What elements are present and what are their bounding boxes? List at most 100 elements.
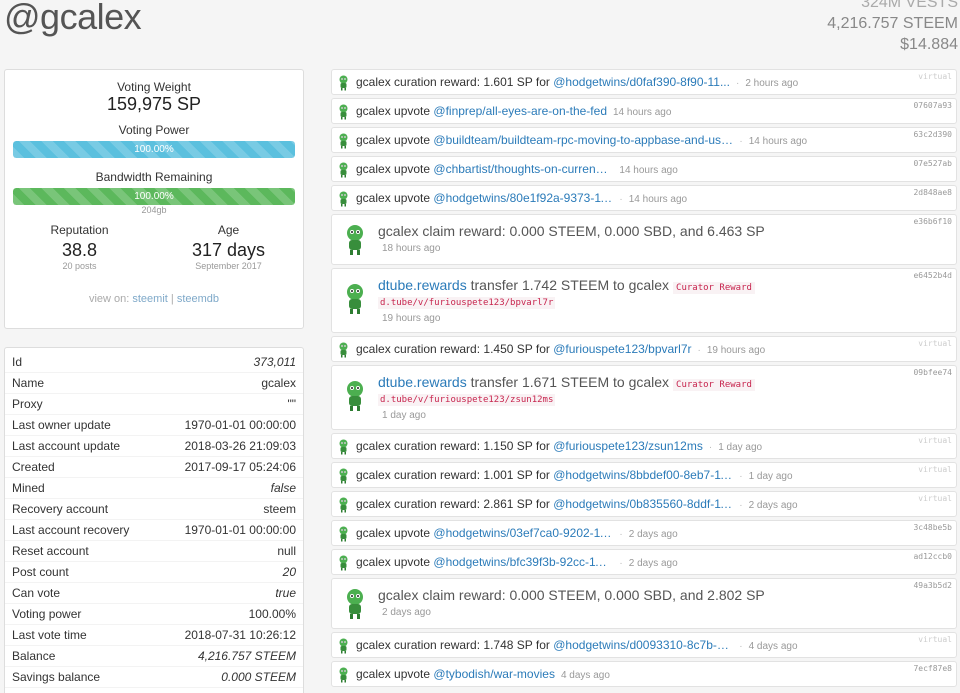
property-row: Can vote true <box>5 583 303 604</box>
feed-item-link[interactable]: @hodgetwins/d0093310-8c7b-11... <box>553 633 733 657</box>
property-key: Savings balance <box>12 670 101 684</box>
feed-item-link[interactable]: @hodgetwins/8bbdef00-8eb7-11... <box>553 463 733 487</box>
feed-item-link[interactable]: @hodgetwins/0b835560-8ddf-11... <box>553 492 733 516</box>
feed-item-link[interactable]: @hodgetwins/d0faf390-8f90-11... <box>553 70 730 94</box>
feed-item-text: gcalex upvote <box>356 133 434 147</box>
feed-item-time: 14 hours ago <box>748 136 808 147</box>
property-key: Can vote <box>12 586 61 600</box>
bandwidth-label: Bandwidth Remaining <box>95 170 213 184</box>
feed-item: gcalex curation reward: 1.748 SP for @ho… <box>331 632 957 658</box>
voting-weight-label: Voting Weight <box>117 80 191 94</box>
transaction-hash[interactable]: 09bfee74 <box>913 368 952 378</box>
steemit-link[interactable]: steemit <box>132 293 167 305</box>
transaction-hash[interactable]: 3c48be5b <box>913 523 952 533</box>
age-value: 317 days <box>191 240 266 260</box>
transaction-hash[interactable]: ad12ccb0 <box>913 552 952 562</box>
property-value: 0.000 STEEM <box>221 670 296 684</box>
feed-item: gcalex upvote @hodgetwins/03ef7ca0-9202-… <box>331 520 957 546</box>
separator-dot: · <box>697 345 701 356</box>
bandwidth-bar: 100.00% <box>13 188 295 205</box>
voting-power-bar: 100.00% <box>13 141 295 158</box>
feed-item-time: 14 hours ago <box>613 107 672 118</box>
property-value: 20 <box>282 565 296 579</box>
property-key: Voting power <box>12 607 82 621</box>
feed-item-link[interactable]: @furiouspete123/zsun12ms <box>553 434 703 458</box>
steem-avatar-icon <box>347 589 363 619</box>
feed-item-link[interactable]: @hodgetwins/80e1f92a-9373-11e8-8c65-0242… <box>433 186 613 210</box>
transaction-hash[interactable]: e6452b4d <box>913 271 952 281</box>
transaction-hash[interactable]: 07607a93 <box>913 101 952 111</box>
age-label: Age <box>217 223 240 237</box>
property-row: Recovery account steem <box>5 499 303 520</box>
feed-item-link[interactable]: @furiouspete123/bpvarl7r <box>553 337 691 361</box>
steemdb-link[interactable]: steemdb <box>177 293 219 305</box>
transaction-hash[interactable]: virtual <box>918 72 952 82</box>
feed-item-claim: gcalex claim reward: 0.000 STEEM, 0.000 … <box>331 214 957 265</box>
property-value: gcalex <box>261 376 296 390</box>
separator-dot: · <box>619 529 623 540</box>
feed-item-link[interactable]: @hodgetwins/03ef7ca0-9202-11e8-93e0-0242… <box>433 521 613 545</box>
feed-item-time: 4 days ago <box>748 641 798 652</box>
transaction-hash[interactable]: 2d848ae8 <box>913 188 952 198</box>
steem-avatar-icon <box>339 638 348 654</box>
reputation-value: 38.8 <box>61 240 98 260</box>
transaction-hash[interactable]: 49a3b5d2 <box>913 581 952 591</box>
property-key: Reset account <box>12 544 89 558</box>
property-key: Mined <box>12 481 45 495</box>
transaction-hash[interactable]: virtual <box>918 436 952 446</box>
transfer-from-link[interactable]: dtube.rewards <box>378 374 467 390</box>
feed-item-text: gcalex curation reward: 1.748 SP for <box>356 638 554 652</box>
property-value: 4,216.757 STEEM <box>197 649 296 663</box>
claim-reward-text: gcalex claim reward: 0.000 STEEM, 0.000 … <box>378 587 765 603</box>
voting-power-label: Voting Power <box>118 123 190 137</box>
property-value: null <box>277 544 296 558</box>
feed-item-text: gcalex curation reward: 1.001 SP for <box>356 468 554 482</box>
property-value: 2017-09-17 05:24:06 <box>184 460 296 474</box>
feed-item-time: 19 hours ago <box>382 313 441 324</box>
feed-item: gcalex curation reward: 2.861 SP for @ho… <box>331 491 957 517</box>
transfer-from-link[interactable]: dtube.rewards <box>378 277 467 293</box>
feed-item-text: gcalex upvote <box>356 526 434 540</box>
property-key: Last account update <box>12 439 121 453</box>
property-row: Name gcalex <box>5 373 303 394</box>
transaction-hash[interactable]: virtual <box>918 635 952 645</box>
steem-avatar-icon <box>339 75 348 91</box>
transaction-hash[interactable]: 07e527ab <box>913 159 952 169</box>
property-key: Last account recovery <box>12 523 130 537</box>
transaction-hash[interactable]: e36b6f10 <box>913 217 952 227</box>
reputation-age-row: Reputation 38.8 20 posts Age 317 days Se… <box>5 223 303 271</box>
feed-item: gcalex upvote @hodgetwins/bfc39f3b-92cc-… <box>331 549 957 575</box>
feed-item-link[interactable]: @tybodish/war-movies <box>433 662 555 686</box>
feed-item-time: 1 day ago <box>718 442 763 453</box>
feed-item-time: 1 day ago <box>748 471 793 482</box>
property-value: 100.00% <box>248 607 296 621</box>
feed-item: gcalex curation reward: 1.150 SP for @fu… <box>331 433 957 459</box>
feed-item-text: gcalex curation reward: 1.150 SP for <box>356 439 554 453</box>
property-value: 2018-07-31 10:26:12 <box>184 628 296 642</box>
account-balance-summary: 324M VESTS 4,216.757 STEEM $14.884 <box>827 0 958 55</box>
feed-item-text: gcalex upvote <box>356 191 434 205</box>
transaction-hash[interactable]: virtual <box>918 465 952 475</box>
feed-item-link[interactable]: @chbartist/thoughts-on-currencies-and-va… <box>433 157 613 181</box>
feed-item-time: 14 hours ago <box>628 194 688 205</box>
property-value: false <box>270 481 296 495</box>
transaction-hash[interactable]: 63c2d390 <box>913 130 952 140</box>
transaction-hash[interactable]: 7ecf87e8 <box>913 664 952 674</box>
feed-item: gcalex upvote @hodgetwins/80e1f92a-9373-… <box>331 185 957 211</box>
property-row: Id 373,011 <box>5 352 303 373</box>
transaction-hash[interactable]: virtual <box>918 494 952 504</box>
feed-item-link[interactable]: @hodgetwins/bfc39f3b-92cc-11e8-83eb-0242… <box>433 550 613 574</box>
feed-item-link[interactable]: @finprep/all-eyes-are-on-the-fed <box>433 99 607 123</box>
separator-dot: · <box>739 500 743 511</box>
property-row: Mined false <box>5 478 303 499</box>
feed-item-text: gcalex upvote <box>356 555 434 569</box>
feed-item-link[interactable]: @buildteam/buildteam-rpc-moving-to-appba… <box>433 128 733 152</box>
page-header: @gcalex 324M VESTS 4,216.757 STEEM $14.8… <box>0 0 960 60</box>
feed-item-time: 1 day ago <box>382 410 426 421</box>
feed-item-text: gcalex upvote <box>356 104 434 118</box>
feed-item-claim: gcalex claim reward: 0.000 STEEM, 0.000 … <box>331 578 957 629</box>
separator-dot: · <box>735 78 740 89</box>
transfer-memo: d.tube/v/furiouspete123/zsun12ms <box>378 394 556 406</box>
feed-item: gcalex upvote @tybodish/war-movies 4 days… <box>331 661 957 687</box>
transaction-hash[interactable]: virtual <box>918 339 952 349</box>
